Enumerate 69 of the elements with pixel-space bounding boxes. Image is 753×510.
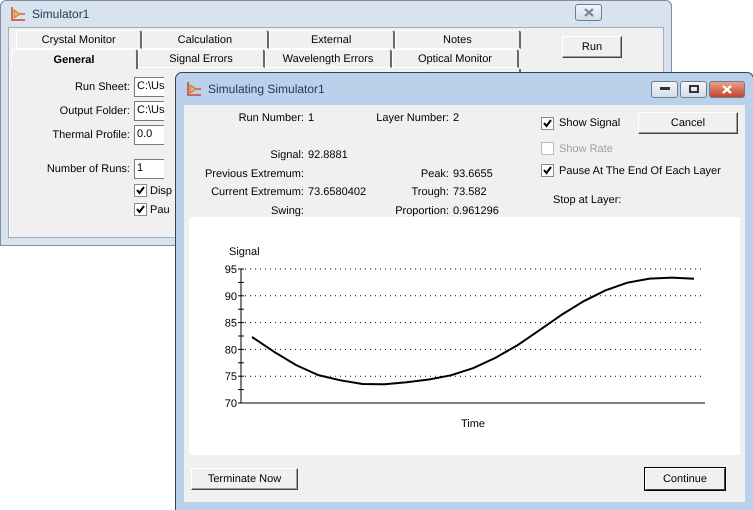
stop-label: Stop at Layer: <box>553 194 622 206</box>
info-label: Peak: <box>420 168 449 182</box>
minimize-icon <box>660 87 670 91</box>
check-icon <box>543 166 552 175</box>
input-field[interactable]: 1 <box>134 159 164 179</box>
field-label: Output Folder: <box>60 105 130 117</box>
info-label: Layer Number: <box>376 112 449 126</box>
tab[interactable]: Notes <box>394 30 521 49</box>
app-icon <box>10 6 26 22</box>
app-icon <box>186 81 202 97</box>
close-icon <box>584 8 594 16</box>
info-value: 73.6580402 <box>308 186 368 200</box>
input-field[interactable]: C:\Us <box>134 101 164 121</box>
tab[interactable]: Signal Errors <box>138 49 265 68</box>
axis-label: Signal <box>229 246 260 258</box>
info-label: Current Extremum: <box>211 186 304 200</box>
info-label: Previous Extremum: <box>204 168 304 182</box>
tab[interactable]: External <box>268 30 395 49</box>
run-button[interactable]: Run <box>562 36 622 58</box>
check-icon <box>136 205 145 214</box>
checkbox-label: Pause At The End Of Each Layer <box>559 164 721 176</box>
tick-label: 70 <box>224 398 237 410</box>
info-label: Signal: <box>270 149 304 163</box>
info-label: Run Number: <box>238 112 304 126</box>
tick-label: 75 <box>224 371 237 384</box>
maximize-icon <box>688 85 698 93</box>
tab[interactable]: General <box>11 49 138 69</box>
checkbox[interactable] <box>134 184 147 197</box>
tick-label: 95 <box>224 264 237 276</box>
tab[interactable]: Optical Monitor <box>392 49 519 68</box>
input-field[interactable]: C:\Us <box>134 77 164 97</box>
tab[interactable]: Calculation <box>142 30 268 49</box>
tick-label: 90 <box>224 290 237 303</box>
checkbox-label: Show Signal <box>559 117 620 129</box>
checkbox-label: Pau <box>150 204 170 216</box>
field-label: Run Sheet: <box>74 81 130 93</box>
close-button[interactable] <box>575 4 602 20</box>
info-value: 92.8881 <box>308 149 349 163</box>
close-button[interactable] <box>709 80 745 98</box>
field-label: Number of Runs: <box>46 163 130 175</box>
checkbox[interactable] <box>134 203 147 216</box>
tab[interactable]: Crystal Monitor <box>16 30 142 49</box>
info-label: Proportion: <box>395 204 449 218</box>
maximize-button[interactable] <box>680 80 707 98</box>
cancel-button[interactable]: Cancel <box>638 112 738 134</box>
tick-label: 80 <box>224 344 237 356</box>
info-value: 73.582 <box>453 186 488 200</box>
checkbox-label: Disp <box>150 184 172 196</box>
input-field[interactable]: 0.0 <box>134 125 164 145</box>
minimize-button[interactable] <box>651 80 678 98</box>
axis-label: Time <box>460 418 486 430</box>
checkbox[interactable] <box>541 164 554 177</box>
tick-label: 85 <box>224 318 237 330</box>
checkbox[interactable] <box>541 116 554 130</box>
info-label: Trough: <box>411 186 449 200</box>
window-title: Simulating Simulator1 <box>208 82 325 96</box>
terminate-button[interactable]: Terminate Now <box>191 468 298 490</box>
info-label: Swing: <box>270 204 304 218</box>
field-label: Thermal Profile: <box>52 129 130 141</box>
close-icon <box>722 84 732 94</box>
checkbox-label: Show Rate <box>559 142 613 154</box>
continue-button[interactable]: Continue <box>645 468 725 490</box>
info-value: 0.961296 <box>453 204 500 218</box>
window-title: Simulator1 <box>32 7 90 21</box>
check-icon <box>543 118 552 128</box>
tab[interactable]: Wavelength Errors <box>265 49 392 68</box>
info-value: 2 <box>453 112 460 126</box>
check-icon <box>136 186 145 195</box>
info-value: 93.6655 <box>453 168 494 182</box>
